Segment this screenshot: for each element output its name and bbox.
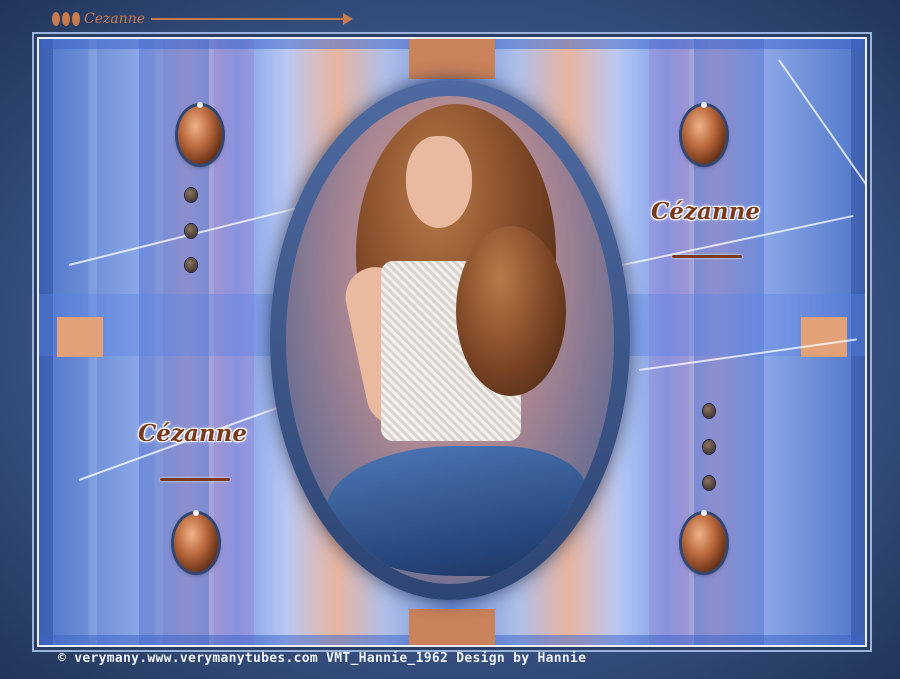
bead	[185, 258, 197, 272]
artwork-frame: Cezanne Cézanne Cézanne © verymany.www.v…	[0, 0, 900, 679]
copper-cabochon	[178, 102, 222, 164]
face	[406, 136, 472, 228]
copper-cabochon	[174, 510, 218, 572]
copper-block	[57, 317, 103, 357]
cezanne-logo-left: Cézanne	[138, 420, 247, 447]
signature-name: Cezanne	[84, 11, 146, 27]
bead	[185, 188, 197, 202]
portrait	[286, 96, 614, 584]
hair-curls	[456, 226, 566, 396]
bead	[185, 224, 197, 238]
copper-cabochon	[682, 102, 726, 164]
bead	[703, 404, 715, 418]
cezanne-logo-right: Cézanne	[651, 198, 760, 225]
copper-block	[801, 317, 847, 357]
copper-strip	[409, 39, 495, 79]
bead	[703, 476, 715, 490]
logo-swoosh	[160, 478, 230, 481]
signature-dot	[72, 12, 80, 26]
jeans	[326, 446, 586, 576]
logo-swoosh	[672, 255, 742, 258]
signature-dot	[62, 12, 70, 26]
signature-arrow	[151, 13, 354, 25]
signature-dot	[52, 12, 60, 26]
bead	[703, 440, 715, 454]
copper-strip	[409, 609, 495, 645]
copper-cabochon	[682, 510, 726, 572]
copyright-text: © verymany.www.verymanytubes.com VMT_Han…	[58, 651, 587, 666]
designer-signature: Cezanne	[52, 8, 354, 30]
